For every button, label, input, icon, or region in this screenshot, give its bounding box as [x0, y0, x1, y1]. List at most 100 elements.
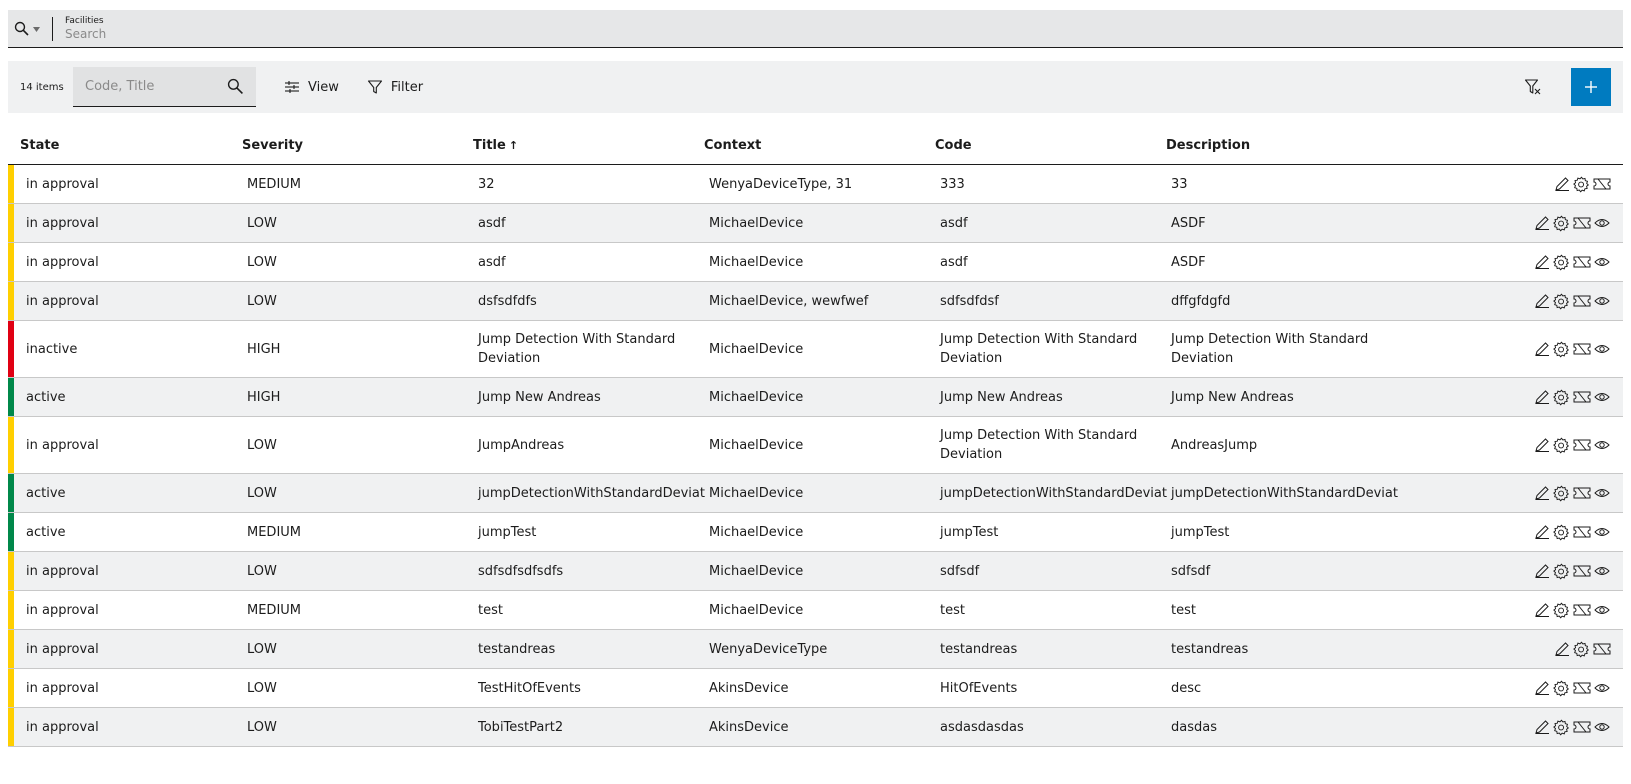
- table-row[interactable]: in approval MEDIUM 32 WenyaDeviceType, 31 33…: [8, 165, 1623, 204]
- cell-state: in approval: [26, 254, 99, 270]
- view-button[interactable]: View: [284, 79, 339, 95]
- settings-icon[interactable]: [1552, 484, 1571, 502]
- cell-title: TobiTestPart2: [478, 719, 564, 735]
- view-icon[interactable]: [1592, 292, 1611, 310]
- view-icon[interactable]: [1592, 436, 1611, 454]
- edit-icon[interactable]: [1552, 175, 1571, 193]
- edit-icon[interactable]: [1532, 718, 1551, 736]
- ticket-icon[interactable]: [1592, 640, 1611, 658]
- edit-icon[interactable]: [1532, 253, 1551, 271]
- settings-icon[interactable]: [1572, 175, 1591, 193]
- cell-context: MichaelDevice: [709, 389, 804, 405]
- ticket-icon[interactable]: [1572, 679, 1591, 697]
- ticket-icon[interactable]: [1572, 601, 1591, 619]
- view-icon[interactable]: [1592, 679, 1611, 697]
- settings-icon[interactable]: [1552, 292, 1571, 310]
- ticket-icon[interactable]: [1572, 253, 1591, 271]
- ticket-icon[interactable]: [1592, 175, 1611, 193]
- cell-title: 32: [478, 176, 495, 192]
- settings-icon[interactable]: [1552, 601, 1571, 619]
- cell-description: ASDF: [1171, 254, 1206, 270]
- ticket-icon[interactable]: [1572, 436, 1591, 454]
- settings-icon[interactable]: [1552, 253, 1571, 271]
- search-icon[interactable]: [227, 78, 244, 95]
- table-header: State Severity Title ↑ Context Code Descr…: [8, 126, 1623, 165]
- search-scope-button[interactable]: [8, 10, 52, 47]
- settings-icon[interactable]: [1552, 388, 1571, 406]
- cell-code: asdf: [940, 254, 968, 270]
- table-row[interactable]: active MEDIUM jumpTest MichaelDevice jumpTes…: [8, 513, 1623, 552]
- view-icon[interactable]: [1592, 523, 1611, 541]
- settings-icon[interactable]: [1552, 214, 1571, 232]
- table-row[interactable]: active HIGH Jump New Andreas MichaelDevice J…: [8, 378, 1623, 417]
- cell-context: AkinsDevice: [709, 680, 789, 696]
- ticket-icon[interactable]: [1572, 292, 1591, 310]
- edit-icon[interactable]: [1532, 388, 1551, 406]
- edit-icon[interactable]: [1532, 292, 1551, 310]
- edit-icon[interactable]: [1532, 214, 1551, 232]
- settings-icon[interactable]: [1552, 436, 1571, 454]
- cell-severity: HIGH: [247, 389, 281, 405]
- table-row[interactable]: in approval LOW testandreas WenyaDeviceType…: [8, 630, 1623, 669]
- view-icon[interactable]: [1592, 562, 1611, 580]
- ticket-icon[interactable]: [1572, 388, 1591, 406]
- filter-button[interactable]: Filter: [367, 79, 423, 95]
- column-header-code[interactable]: Code: [932, 136, 1163, 155]
- table-row[interactable]: in approval LOW asdf MichaelDevice asdf ASDF: [8, 204, 1623, 243]
- settings-icon[interactable]: [1552, 679, 1571, 697]
- view-icon[interactable]: [1592, 601, 1611, 619]
- edit-icon[interactable]: [1532, 484, 1551, 502]
- edit-icon[interactable]: [1552, 640, 1571, 658]
- column-header-description[interactable]: Description: [1163, 136, 1394, 155]
- view-icon[interactable]: [1592, 253, 1611, 271]
- ticket-icon[interactable]: [1572, 718, 1591, 736]
- edit-icon[interactable]: [1532, 562, 1551, 580]
- table-row[interactable]: in approval LOW dsfsdfdfs MichaelDevice, we…: [8, 282, 1623, 321]
- table-row[interactable]: in approval MEDIUM test MichaelDevice test te…: [8, 591, 1623, 630]
- column-header-title[interactable]: Title ↑: [470, 136, 701, 155]
- cell-description: jumpDetectionWithStandardDeviat: [1171, 485, 1398, 501]
- add-button[interactable]: [1571, 68, 1611, 106]
- edit-icon[interactable]: [1532, 436, 1551, 454]
- view-icon[interactable]: [1592, 718, 1611, 736]
- ticket-icon[interactable]: [1572, 340, 1591, 358]
- table-row[interactable]: in approval LOW JumpAndreas MichaelDevice Ju…: [8, 417, 1623, 474]
- table-row[interactable]: in approval LOW TestHitOfEvents AkinsDevice…: [8, 669, 1623, 708]
- cell-description: desc: [1171, 680, 1202, 696]
- view-icon[interactable]: [1592, 214, 1611, 232]
- table-search-input[interactable]: Code, Title: [73, 67, 256, 107]
- ticket-icon[interactable]: [1572, 523, 1591, 541]
- edit-icon[interactable]: [1532, 523, 1551, 541]
- view-icon[interactable]: [1592, 484, 1611, 502]
- facility-search-field[interactable]: Facilities Search: [53, 16, 106, 42]
- settings-icon[interactable]: [1552, 718, 1571, 736]
- settings-icon[interactable]: [1552, 340, 1571, 358]
- view-icon[interactable]: [1592, 388, 1611, 406]
- column-header-context[interactable]: Context: [701, 138, 932, 153]
- cell-state: in approval: [26, 176, 99, 192]
- view-icon[interactable]: [1592, 340, 1611, 358]
- rules-table: State Severity Title ↑ Context Code Descr…: [8, 126, 1623, 747]
- cell-state: in approval: [26, 293, 99, 309]
- ticket-icon[interactable]: [1572, 484, 1591, 502]
- clear-filter-button[interactable]: [1513, 67, 1553, 107]
- settings-icon[interactable]: [1552, 562, 1571, 580]
- column-header-severity[interactable]: Severity: [239, 138, 470, 153]
- edit-icon[interactable]: [1532, 601, 1551, 619]
- state-indicator: [8, 204, 14, 242]
- edit-icon[interactable]: [1532, 679, 1551, 697]
- table-row[interactable]: inactive HIGH Jump Detection With Standard…: [8, 321, 1623, 378]
- settings-icon[interactable]: [1552, 523, 1571, 541]
- cell-state: active: [26, 524, 66, 540]
- column-header-title-label: Title: [473, 137, 506, 153]
- table-row[interactable]: in approval LOW TobiTestPart2 AkinsDevice as…: [8, 708, 1623, 747]
- table-row[interactable]: active LOW jumpDetectionWithStandardDeviat…: [8, 474, 1623, 513]
- table-row[interactable]: in approval LOW asdf MichaelDevice asdf ASDF: [8, 243, 1623, 282]
- edit-icon[interactable]: [1532, 340, 1551, 358]
- cell-severity: LOW: [247, 254, 277, 270]
- table-row[interactable]: in approval LOW sdfsdfsdfsdfs MichaelDevice…: [8, 552, 1623, 591]
- settings-icon[interactable]: [1572, 640, 1591, 658]
- ticket-icon[interactable]: [1572, 562, 1591, 580]
- ticket-icon[interactable]: [1572, 214, 1591, 232]
- column-header-state[interactable]: State: [8, 138, 239, 153]
